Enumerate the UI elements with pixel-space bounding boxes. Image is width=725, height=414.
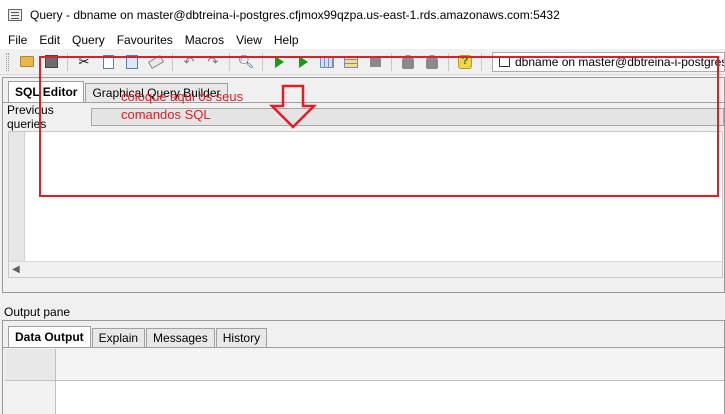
- menu-view[interactable]: View: [230, 33, 268, 47]
- title-bar: Query - dbname on master@dbtreina-i-post…: [0, 0, 725, 30]
- tab-data-output[interactable]: Data Output: [8, 326, 91, 347]
- annotation-arrow-icon: [269, 84, 317, 129]
- tab-messages[interactable]: Messages: [146, 328, 215, 347]
- open-icon[interactable]: [17, 52, 37, 72]
- menu-query[interactable]: Query: [66, 33, 111, 47]
- menu-help[interactable]: Help: [268, 33, 305, 47]
- window-title: Query - dbname on master@dbtreina-i-post…: [30, 8, 560, 22]
- menu-bar: File Edit Query Favourites Macros View H…: [0, 30, 725, 49]
- tab-explain[interactable]: Explain: [91, 328, 146, 347]
- menu-favourites[interactable]: Favourites: [111, 33, 179, 47]
- data-output-grid[interactable]: [5, 349, 724, 414]
- grid-column-header: [56, 349, 724, 381]
- horizontal-scrollbar[interactable]: ◀: [9, 261, 722, 277]
- annotation-line-2: comandos SQL: [121, 107, 211, 122]
- menu-file[interactable]: File: [2, 33, 33, 47]
- menu-edit[interactable]: Edit: [33, 33, 66, 47]
- output-pane: Data Output Explain Messages History: [2, 320, 725, 414]
- grid-corner[interactable]: [5, 349, 56, 381]
- output-tab-divider: [3, 347, 724, 348]
- annotation-line-1: coloque aqui os seus: [121, 89, 244, 104]
- annotation-text: coloque aqui os seus comandos SQL: [121, 88, 243, 124]
- tab-history[interactable]: History: [215, 328, 268, 347]
- toolbar-grip[interactable]: [6, 52, 9, 71]
- annotation-box: coloque aqui os seus comandos SQL: [39, 56, 719, 197]
- scroll-left-icon[interactable]: ◀: [12, 264, 20, 275]
- line-number-gutter: [9, 132, 25, 262]
- output-tabs: Data Output Explain Messages History: [8, 326, 268, 347]
- output-pane-label: Output pane: [4, 305, 71, 319]
- grid-row-header: [5, 381, 56, 414]
- menu-macros[interactable]: Macros: [179, 33, 230, 47]
- app-icon: [8, 8, 24, 22]
